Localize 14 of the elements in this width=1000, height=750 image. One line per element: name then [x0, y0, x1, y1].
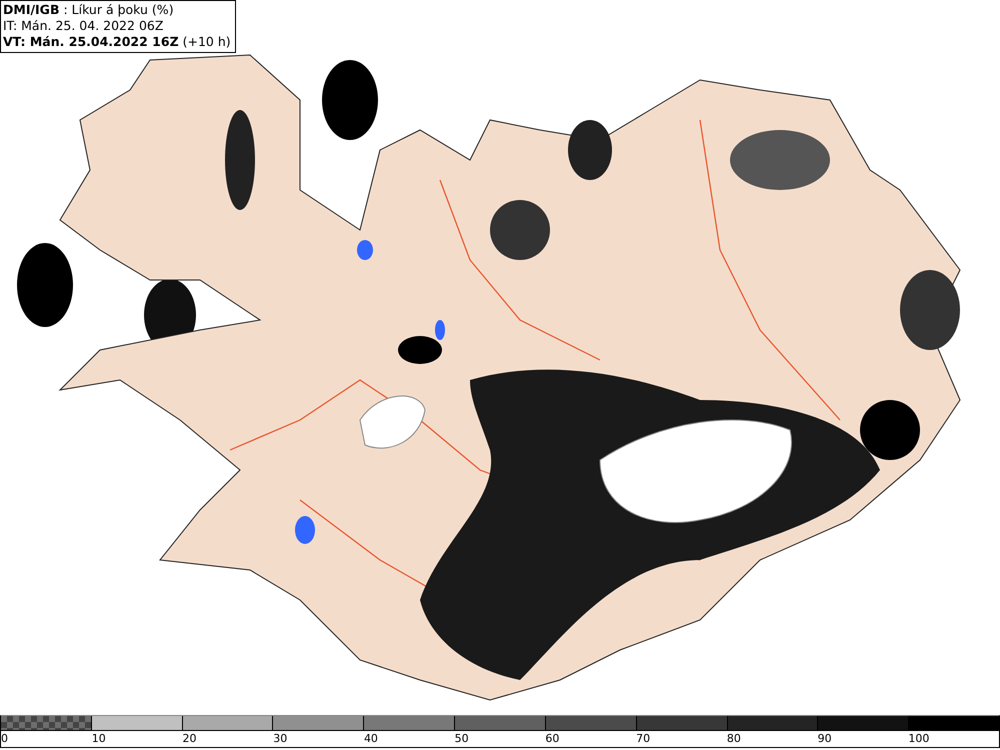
legend-label: 70 — [636, 732, 650, 745]
legend-label: 100 — [908, 732, 930, 745]
title-line: DMI/IGB : Líkur á þoku (%) — [3, 2, 175, 18]
legend-label: 60 — [545, 732, 560, 745]
legend-label: 30 — [273, 732, 288, 745]
legend-label: 80 — [726, 732, 741, 745]
legend-label: 20 — [182, 732, 196, 745]
title-line: IT: Mán. 25. 04. 2022 06Z — [3, 18, 164, 34]
legend-label: 50 — [454, 732, 469, 745]
legend-label: 90 — [818, 732, 832, 745]
title-line: VT: Mán. 25.04.2022 16Z (+10 h) — [3, 34, 231, 50]
legend-label: 10 — [92, 732, 106, 745]
legend-label: 40 — [364, 732, 378, 745]
legend-label: 0 — [1, 732, 8, 745]
